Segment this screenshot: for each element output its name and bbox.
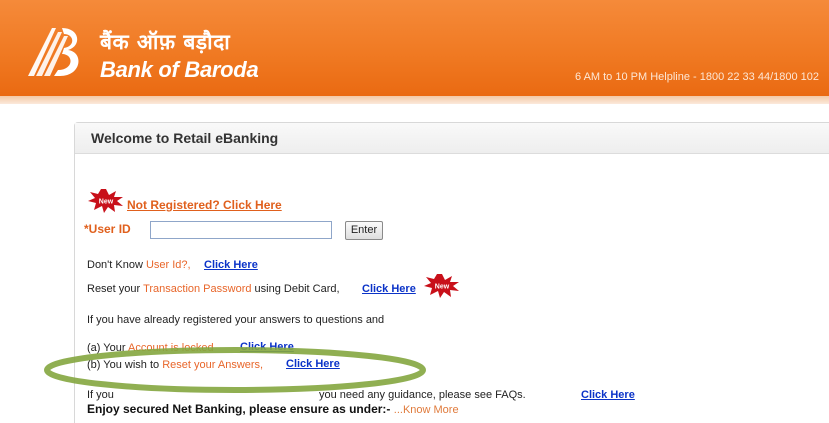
bank-of-baroda-logo-icon: [28, 28, 79, 76]
forgot-userid-line: Don't Know User Id?,: [87, 259, 191, 271]
userid-input[interactable]: [150, 221, 332, 239]
userid-label: *User ID: [84, 222, 131, 236]
svg-text:New: New: [99, 199, 114, 206]
enter-button[interactable]: Enter: [345, 221, 383, 240]
reset-suffix: using Debit Card,: [251, 283, 340, 295]
brand-name-english: Bank of Baroda: [100, 57, 259, 82]
not-registered-link[interactable]: Not Registered? Click Here: [127, 198, 282, 212]
helpline-text: 6 AM to 10 PM Helpline - 1800 22 33 44/1…: [575, 71, 820, 83]
faq-link[interactable]: Click Here: [581, 389, 635, 401]
new-badge-icon: New: [424, 274, 460, 298]
new-badge-icon: New: [88, 189, 124, 213]
header-banner: बैंक ऑफ़ बड़ौदा Bank of Baroda 6 AM to 1…: [0, 0, 829, 96]
page-title: Welcome to Retail eBanking: [91, 130, 279, 146]
registered-answers-text: If you have already registered your answ…: [87, 314, 385, 326]
reset-password-link[interactable]: Click Here: [362, 283, 416, 295]
forgot-userid-highlight: User Id?,: [145, 259, 191, 271]
forgot-userid-prefix: Don't Know: [87, 259, 146, 271]
secure-banking-text: Enjoy secured Net Banking, please ensure…: [87, 402, 391, 416]
reset-highlight: Transaction Password: [143, 283, 252, 295]
secure-banking-line: Enjoy secured Net Banking, please ensure…: [87, 402, 459, 416]
header-divider: [0, 96, 829, 104]
reset-password-line: Reset your Transaction Password using De…: [87, 283, 340, 295]
know-more-link[interactable]: ...Know More: [394, 404, 459, 416]
panel-header: Welcome to Retail eBanking: [75, 123, 829, 154]
svg-text:New: New: [435, 284, 450, 291]
brand-name-hindi: बैंक ऑफ़ बड़ौदा: [100, 30, 231, 54]
reset-prefix: Reset your: [87, 283, 144, 295]
faq-text: you need any guidance, please see FAQs.: [319, 389, 526, 401]
faq-prefix: If you: [87, 389, 114, 401]
forgot-userid-link[interactable]: Click Here: [204, 259, 258, 271]
